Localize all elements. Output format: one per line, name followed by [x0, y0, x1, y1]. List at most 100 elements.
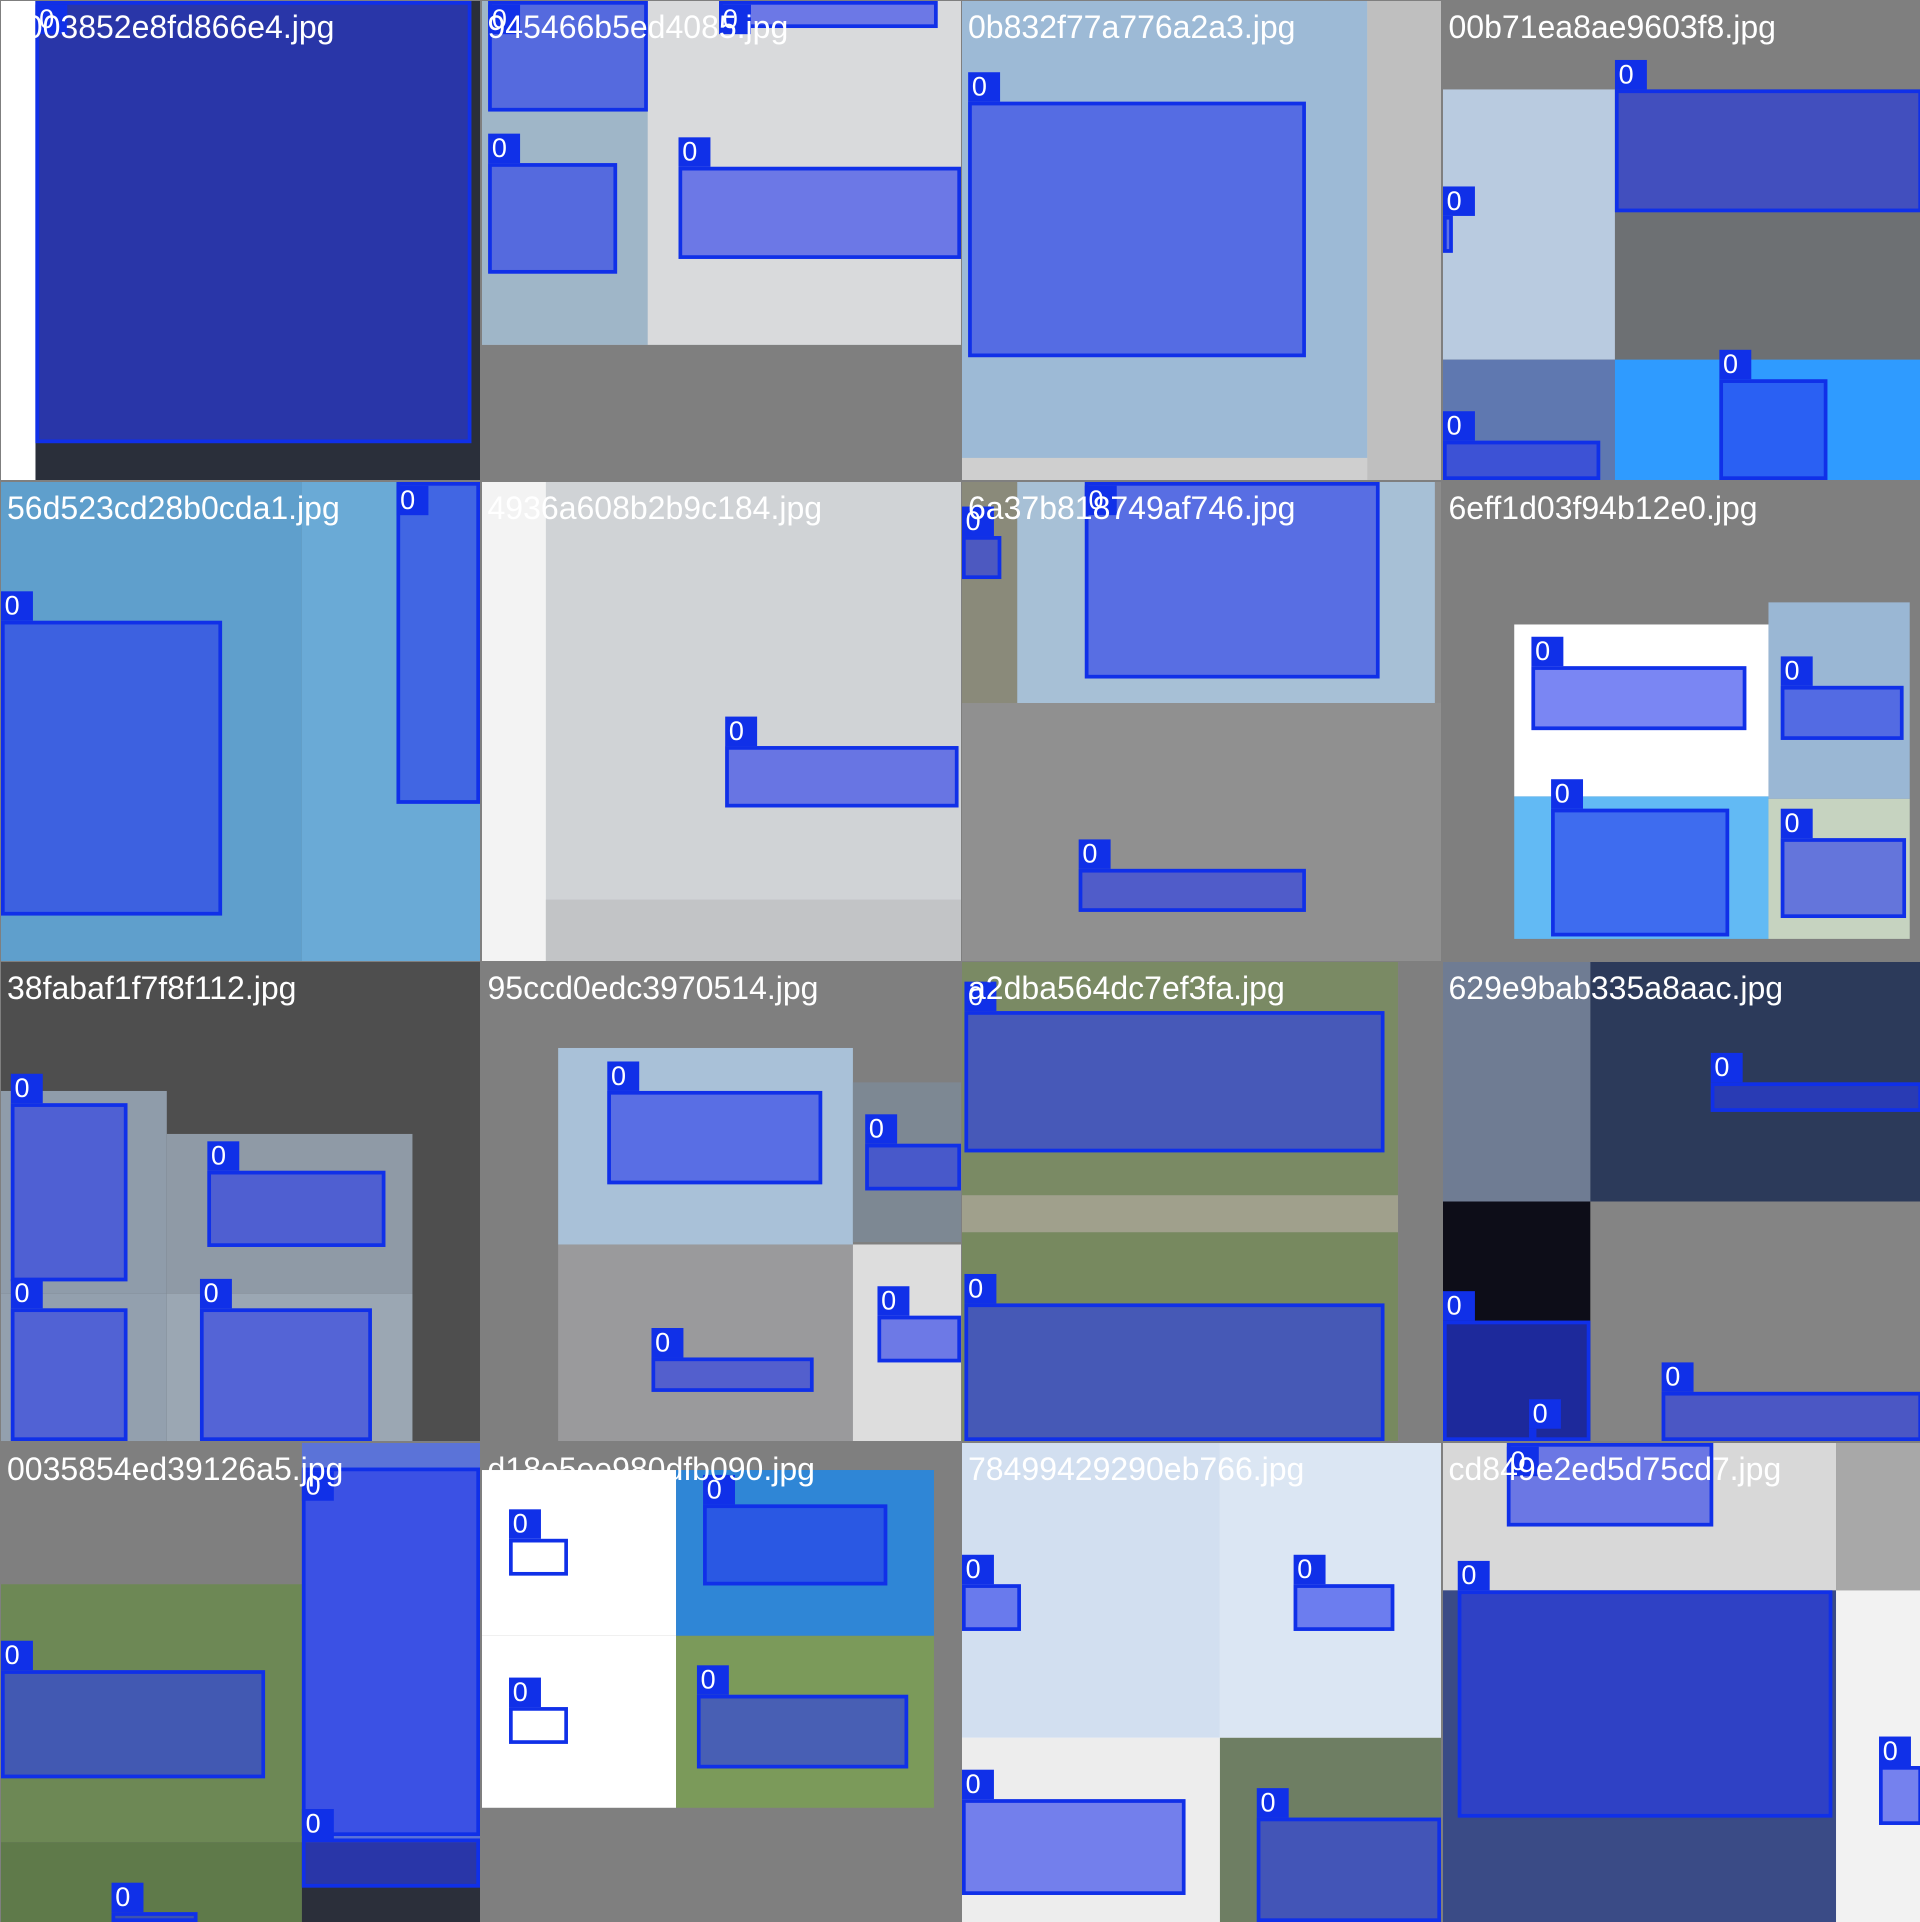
mosaic-tile: 0000d18e5ee980dfb090.jpg: [482, 1443, 961, 1922]
detection-box: 0: [725, 746, 958, 807]
mosaic-tile: 0000629e9bab335a8aac.jpg: [1443, 962, 1920, 1441]
detection-box: 0: [488, 1, 648, 112]
class-label: 0: [1085, 485, 1117, 514]
detection-box: 0: [962, 1799, 1186, 1895]
class-label: 0: [1614, 60, 1646, 89]
detection-box: 0: [1531, 666, 1746, 730]
detection-box: 0: [962, 536, 1001, 579]
class-label: 0: [207, 1141, 239, 1170]
class-label: 0: [865, 1114, 897, 1143]
detection-box: 0: [11, 1308, 128, 1441]
mosaic-tile: 0b003852e8fd866e4.jpg: [1, 1, 480, 480]
detection-box: 0: [607, 1091, 822, 1184]
class-label: 0: [396, 485, 428, 514]
class-label: 0: [1, 1640, 33, 1669]
class-label: 0: [11, 1074, 43, 1103]
detection-box: 0: [1710, 1082, 1920, 1111]
detection-box: 0: [968, 102, 1306, 357]
mosaic-tile: 0006a37b818749af746.jpg: [962, 482, 1441, 961]
class-label: 0: [11, 1279, 43, 1308]
class-label: 0: [1457, 1560, 1489, 1589]
detection-box: 0: [200, 1308, 372, 1441]
image-region: [1, 1842, 302, 1922]
image-region: [1398, 962, 1441, 1441]
mosaic-tile: 000095ccd0edc3970514.jpg: [482, 962, 961, 1441]
class-label: 0: [1443, 186, 1475, 215]
detection-box: 0: [964, 1303, 1384, 1441]
image-region: [545, 899, 960, 960]
class-label: 0: [678, 137, 710, 166]
detection-box: 0: [1879, 1766, 1920, 1825]
image-region: [1367, 1, 1441, 480]
class-label: 0: [696, 1665, 728, 1694]
image-region: [1443, 89, 1615, 359]
detection-box: 0: [1719, 379, 1827, 480]
class-label: 0: [964, 1274, 996, 1303]
class-label: 0: [509, 1677, 541, 1706]
detection-box: 0: [1614, 89, 1920, 212]
mosaic-tile: 000cd849e2ed5d75cd7.jpg: [1443, 1443, 1920, 1922]
class-label: 0: [607, 1061, 639, 1090]
class-label: 0: [112, 1882, 144, 1911]
class-label: 0: [1780, 808, 1812, 837]
mosaic-tile: 000000b71ea8ae9603f8.jpg: [1443, 1, 1920, 480]
image-region: [962, 1195, 1398, 1232]
class-label: 0: [35, 5, 67, 34]
detection-box: 0: [488, 163, 617, 274]
detection-box: 0: [1079, 868, 1306, 911]
class-label: 0: [703, 1474, 735, 1503]
class-label: 0: [877, 1286, 909, 1315]
class-label: 0: [1257, 1788, 1289, 1817]
detection-box: 0: [35, 1, 471, 443]
detection-box: 0: [1661, 1392, 1920, 1441]
detection-box: 0: [112, 1912, 198, 1922]
detection-box: 0: [1, 1670, 265, 1778]
detection-box: 0: [509, 1707, 568, 1744]
mosaic-grid: 0b003852e8fd866e4.jpg0000945466b5ed4085.…: [0, 0, 1920, 1920]
class-label: 0: [1528, 1399, 1560, 1428]
class-label: 0: [488, 134, 520, 163]
class-label: 0: [1079, 839, 1111, 868]
class-label: 0: [962, 1769, 994, 1798]
detection-box: 0: [1528, 1429, 1535, 1441]
class-label: 0: [488, 5, 520, 34]
detection-box: 0: [1085, 482, 1380, 679]
class-label: 0: [302, 1471, 334, 1500]
detection-box: 0: [865, 1144, 961, 1191]
class-label: 0: [719, 5, 751, 34]
detection-box: 0: [678, 167, 960, 259]
mosaic-tile: 00000035854ed39126a5.jpg: [1, 1443, 480, 1922]
detection-box: 0: [1443, 1321, 1590, 1441]
detection-box: 0: [1, 620, 222, 915]
class-label: 0: [725, 716, 757, 745]
image-region: [482, 482, 546, 961]
class-label: 0: [968, 72, 1000, 101]
detection-box: 0: [877, 1316, 961, 1363]
detection-box: 0: [1506, 1443, 1712, 1527]
detection-box: 0: [1257, 1817, 1441, 1921]
image-region: [1443, 962, 1590, 1202]
class-label: 0: [962, 1554, 994, 1583]
class-label: 0: [1506, 1446, 1538, 1475]
detection-box: 0: [1780, 838, 1905, 918]
mosaic-tile: 00a2dba564dc7ef3fa.jpg: [962, 962, 1441, 1441]
detection-box: 0: [1443, 216, 1453, 253]
mosaic-tile: 000038fabaf1f7f8f112.jpg: [1, 962, 480, 1441]
class-label: 0: [1780, 656, 1812, 685]
detection-box: 0: [651, 1357, 813, 1391]
detection-box: 0: [302, 1838, 480, 1887]
class-label: 0: [1, 591, 33, 620]
mosaic-tile: 00006eff1d03f94b12e0.jpg: [1443, 482, 1920, 961]
class-label: 0: [1661, 1362, 1693, 1391]
detection-box: 0: [207, 1171, 385, 1247]
detection-box: 0: [1551, 808, 1729, 936]
detection-box: 0: [1443, 441, 1600, 480]
class-label: 0: [200, 1279, 232, 1308]
mosaic-tile: 0056d523cd28b0cda1.jpg: [1, 482, 480, 961]
detection-box: 0: [396, 482, 480, 804]
detection-box: 0: [703, 1504, 887, 1585]
class-label: 0: [1443, 411, 1475, 440]
class-label: 0: [1443, 1291, 1475, 1320]
class-label: 0: [1710, 1053, 1742, 1082]
detection-box: 0: [11, 1103, 128, 1281]
